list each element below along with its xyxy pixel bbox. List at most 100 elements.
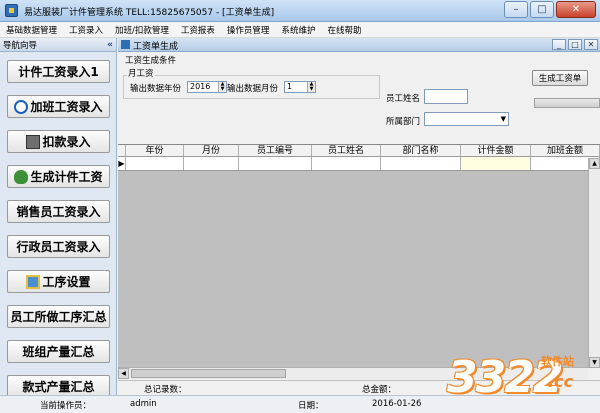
section-label: 工资生成条件 xyxy=(125,56,177,66)
child-close-button[interactable]: ✕ xyxy=(584,39,598,50)
menu-bar: 基础数据管理 工资录入 加班/扣款管理 工资报表 操作员管理 系统维护 在线帮助 xyxy=(0,22,600,38)
progress-bar xyxy=(534,98,600,108)
gear-icon xyxy=(26,274,41,289)
navigation-panel: 导航向导 « 计件工资录入1 加班工资录入 扣款录入 生成计件工资 销售员工资录… xyxy=(0,38,117,398)
column-header-department[interactable]: 部门名称 xyxy=(381,145,461,156)
menu-operator-management[interactable]: 操作员管理 xyxy=(221,24,276,36)
minimize-button[interactable]: – xyxy=(504,1,528,18)
chevron-down-icon[interactable]: ▼ xyxy=(501,115,506,123)
child-minimize-button[interactable]: _ xyxy=(552,39,566,50)
nav-generate-piecework-button[interactable]: 生成计件工资 xyxy=(7,165,110,188)
arrows-icon xyxy=(14,99,29,114)
menu-system-maintenance[interactable]: 系统维护 xyxy=(275,24,321,36)
child-title-bar: 工资单生成 _ □ ✕ xyxy=(118,38,600,52)
month-label: 输出数据月份 xyxy=(227,84,279,94)
month-value: 1 xyxy=(287,82,293,91)
nav-header: 导航向导 « xyxy=(0,38,116,52)
window-icon xyxy=(121,40,130,49)
table-cell[interactable] xyxy=(461,157,531,170)
column-header-employee-id[interactable]: 员工编号 xyxy=(239,145,312,156)
nav-process-settings-button[interactable]: 工序设置 xyxy=(7,270,110,293)
operator-label: 当前操作员： xyxy=(40,401,92,411)
nav-piecework-entry-button[interactable]: 计件工资录入1 xyxy=(7,60,110,83)
nav-team-output-summary-button[interactable]: 班组产量汇总 xyxy=(7,340,110,363)
money-bag-icon xyxy=(14,169,29,184)
menu-salary-report[interactable]: 工资报表 xyxy=(175,24,221,36)
date-value: 2016-01-26 xyxy=(372,399,422,409)
watermark-domain: .cc xyxy=(548,372,574,391)
total-records-label: 总记录数： xyxy=(144,385,187,395)
table-cell[interactable] xyxy=(239,157,312,170)
operator-value: admin xyxy=(130,399,157,409)
employee-name-input[interactable] xyxy=(424,89,468,104)
nav-admin-salary-entry-button[interactable]: 行政员工资录入 xyxy=(7,235,110,258)
maximize-button[interactable]: □ xyxy=(530,1,554,18)
menu-basic-data[interactable]: 基础数据管理 xyxy=(0,24,63,36)
nav-list: 计件工资录入1 加班工资录入 扣款录入 生成计件工资 销售员工资录入 行政员工资… xyxy=(0,52,116,398)
nav-item-label: 款式产量汇总 xyxy=(22,380,95,394)
date-label: 日期： xyxy=(298,401,324,411)
app-icon xyxy=(5,4,18,17)
department-label: 所属部门 xyxy=(386,117,421,127)
spin-arrows-icon[interactable]: ▲ ▼ xyxy=(307,82,315,92)
scroll-up-icon[interactable]: ▲ xyxy=(589,158,600,169)
window-controls: – □ ✕ xyxy=(504,1,596,18)
column-header-indicator xyxy=(118,145,126,156)
column-header-piecework-amount[interactable]: 计件金额 xyxy=(461,145,531,156)
year-value: 2016 xyxy=(190,82,211,91)
month-spinner[interactable]: 1 ▲ ▼ xyxy=(284,81,316,93)
scroll-down-icon[interactable]: ▼ xyxy=(589,357,600,368)
nav-item-label: 扣款录入 xyxy=(42,135,91,149)
table-cell[interactable] xyxy=(312,157,381,170)
monthly-salary-group: 月工资 输出数据年份 2016 ▲ ▼ 输出数据月份 1 ▲ ▼ xyxy=(123,67,380,99)
nav-overtime-entry-button[interactable]: 加班工资录入 xyxy=(7,95,110,118)
nav-item-label: 行政员工资录入 xyxy=(16,240,101,254)
menu-salary-entry[interactable]: 工资录入 xyxy=(63,24,109,36)
table-cell[interactable] xyxy=(381,157,461,170)
employee-name-label: 员工姓名 xyxy=(386,94,421,104)
child-window-controls: _ □ ✕ xyxy=(552,39,598,50)
nav-employee-process-summary-button[interactable]: 员工所做工序汇总 xyxy=(7,305,110,328)
window-title-bar: 易达服装厂计件管理系统 TELL:15825675057 - [工资单生成] –… xyxy=(0,0,600,22)
row-indicator: ▶ xyxy=(118,157,126,170)
column-header-year[interactable]: 年份 xyxy=(126,145,184,156)
nav-item-label: 员工所做工序汇总 xyxy=(10,310,107,324)
grid-header: 年份 月份 员工编号 员工姓名 部门名称 计件金额 加班金额 xyxy=(118,145,600,157)
year-spinner[interactable]: 2016 ▲ ▼ xyxy=(187,81,227,93)
deduct-icon xyxy=(26,134,41,149)
table-row[interactable]: ▶ xyxy=(118,157,600,171)
column-header-month[interactable]: 月份 xyxy=(184,145,239,156)
child-maximize-button[interactable]: □ xyxy=(568,39,582,50)
scroll-left-icon[interactable]: ◀ xyxy=(118,368,129,379)
salary-generation-window: 工资单生成 _ □ ✕ 工资生成条件 月工资 输出数据年份 2016 ▲ ▼ 输出… xyxy=(118,38,600,395)
nav-item-label: 销售员工资录入 xyxy=(16,205,101,219)
collapse-icon[interactable]: « xyxy=(107,40,113,50)
generate-salary-button[interactable]: 生成工资单 xyxy=(532,70,588,86)
spin-arrows-icon[interactable]: ▲ ▼ xyxy=(218,82,226,92)
nav-title: 导航向导 xyxy=(3,40,38,51)
table-cell[interactable] xyxy=(184,157,239,170)
child-window-title: 工资单生成 xyxy=(133,42,179,52)
nav-deduction-entry-button[interactable]: 扣款录入 xyxy=(7,130,110,153)
menu-overtime-deduction[interactable]: 加班/扣款管理 xyxy=(109,24,175,36)
year-label: 输出数据年份 xyxy=(130,84,182,94)
salary-grid: 年份 月份 员工编号 员工姓名 部门名称 计件金额 加班金额 ▶ xyxy=(118,144,600,367)
window-title: 易达服装厂计件管理系统 TELL:15825675057 - [工资单生成] xyxy=(24,8,275,18)
vertical-scrollbar[interactable]: ▲ ▼ xyxy=(588,158,600,368)
nav-item-label: 班组产量汇总 xyxy=(22,345,95,359)
table-cell[interactable] xyxy=(126,157,184,170)
watermark-site-name: 软件站 xyxy=(541,355,574,368)
nav-sales-salary-entry-button[interactable]: 销售员工资录入 xyxy=(7,200,110,223)
close-button[interactable]: ✕ xyxy=(556,1,596,18)
nav-item-label: 生成计件工资 xyxy=(30,170,103,184)
scroll-thumb[interactable] xyxy=(131,369,286,378)
column-header-employee-name[interactable]: 员工姓名 xyxy=(312,145,381,156)
column-header-overtime-amount[interactable]: 加班金额 xyxy=(531,145,600,156)
nav-item-label: 计件工资录入1 xyxy=(18,65,99,79)
nav-item-label: 工序设置 xyxy=(42,275,91,289)
department-select[interactable]: ▼ xyxy=(424,112,509,126)
total-amount-label: 总金额： xyxy=(362,385,397,395)
nav-item-label: 加班工资录入 xyxy=(30,100,103,114)
group-title: 月工资 xyxy=(127,67,155,79)
menu-online-help[interactable]: 在线帮助 xyxy=(321,24,367,36)
